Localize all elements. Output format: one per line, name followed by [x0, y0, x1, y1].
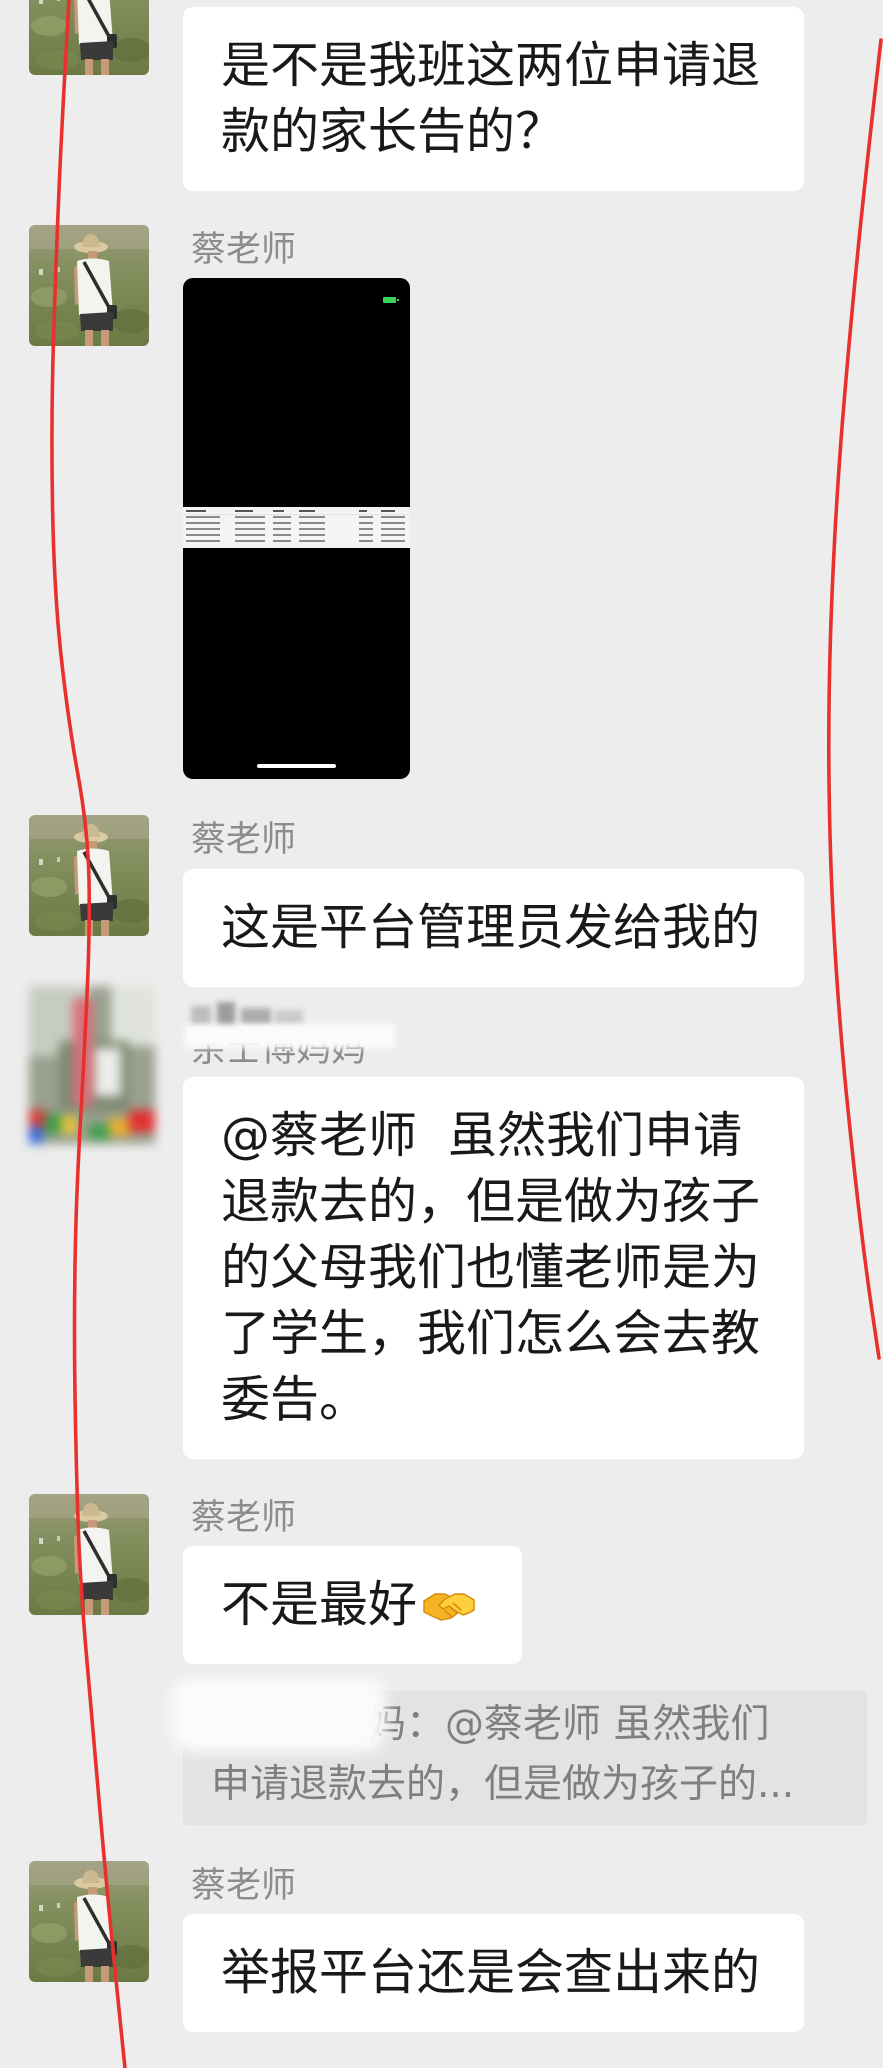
thumbnail-text-bar	[299, 516, 325, 518]
thumbnail-text-bar	[273, 510, 284, 512]
thumbnail-text-bar	[381, 540, 405, 542]
thumbnail-text-bar	[299, 540, 325, 542]
thumbnail-text-bar	[359, 534, 373, 536]
sender-name: 蔡老师	[191, 1498, 297, 1538]
message-text-line: 不是最好	[221, 1572, 484, 1638]
thumbnail-text-bar	[299, 528, 325, 530]
red-annotation-line-right	[827, 38, 883, 1360]
thumbnail-text-bar	[299, 510, 315, 512]
redaction-patch	[185, 1024, 395, 1048]
thumbnail-text-bar	[381, 510, 395, 512]
message-bubble[interactable]: @蔡老师 虽然我们申请 退款去的，但是做为孩子 的父母我们也懂老师是为 了学生，…	[183, 1077, 804, 1459]
thumbnail-text-bar	[273, 522, 291, 524]
thumbnail-text-bar	[186, 528, 220, 530]
avatar[interactable]	[29, 0, 149, 75]
thumbnail-text-bar	[235, 510, 253, 512]
message-text-line: 退款去的，但是做为孩子	[221, 1173, 761, 1230]
sender-name: 蔡老师	[191, 820, 297, 860]
message-text-line: @蔡老师 虽然我们申请	[221, 1107, 743, 1164]
message-text: 不是最好	[221, 1576, 418, 1633]
quote-line: 申请退款去的，但是做为孩子的...	[211, 1762, 795, 1807]
chat-screen: 是不是我班这两位申请退 款的家长告的？ 蔡老师 蔡老师 这是平台管理员发给我的	[0, 0, 883, 2068]
avatar[interactable]	[29, 1494, 149, 1615]
thumbnail-text-bar	[359, 510, 367, 512]
thumbnail-text-bar	[359, 528, 373, 530]
thumbnail-text-bar	[381, 528, 405, 530]
quote-text: 妈：@蔡老师 虽然我们	[367, 1702, 770, 1747]
avatar[interactable]	[29, 986, 155, 1144]
message-text-line: 是不是我班这两位申请退	[221, 37, 761, 94]
avatar[interactable]	[29, 225, 149, 346]
thumbnail-text-bar	[381, 522, 405, 524]
message-bubble[interactable]: 不是最好	[183, 1546, 522, 1664]
thumbnail-text-bar	[273, 528, 291, 530]
thumbnail-text-bar	[186, 540, 220, 542]
thumbnail-text-bar	[381, 534, 405, 536]
handshake-emoji-icon	[423, 1585, 475, 1629]
home-indicator-bar	[257, 764, 336, 768]
avatar[interactable]	[29, 815, 149, 936]
thumbnail-text-bar	[235, 528, 265, 530]
table-thumbnail	[183, 507, 410, 548]
redaction-patch	[171, 1678, 386, 1752]
thumbnail-text-bar	[186, 516, 220, 518]
avatar[interactable]	[29, 1861, 149, 1982]
message-text-line: 这是平台管理员发给我的	[221, 899, 761, 956]
blurred-avatar-image	[29, 986, 155, 1144]
thumbnail-text-bar	[299, 534, 325, 536]
thumbnail-text-bar	[186, 510, 206, 512]
thumbnail-text-bar	[235, 516, 265, 518]
message-bubble[interactable]: 是不是我班这两位申请退 款的家长告的？	[183, 7, 804, 191]
message-text-line: 的父母我们也懂老师是为	[221, 1239, 761, 1296]
message-text-line: 款的家长告的？	[221, 103, 565, 160]
thumbnail-text-bar	[359, 522, 373, 524]
thumbnail-text-bar	[235, 522, 265, 524]
image-message[interactable]	[183, 278, 410, 779]
thumbnail-text-bar	[186, 522, 220, 524]
battery-icon	[383, 297, 399, 303]
message-text-line: 了学生，我们怎么会去教	[221, 1305, 761, 1362]
thumbnail-text-bar	[235, 534, 265, 536]
message-bubble[interactable]: 举报平台还是会查出来的	[183, 1914, 804, 2032]
thumbnail-text-bar	[273, 540, 291, 542]
thumbnail-text-bar	[186, 534, 220, 536]
sender-name: 蔡老师	[191, 230, 297, 270]
message-text-line: 举报平台还是会查出来的	[221, 1944, 761, 2001]
sender-name: 蔡老师	[191, 1866, 297, 1906]
thumbnail-text-bar	[381, 516, 405, 518]
thumbnail-text-bar	[359, 540, 373, 542]
thumbnail-text-bar	[273, 516, 291, 518]
thumbnail-text-bar	[359, 516, 373, 518]
message-text-line: 委告。	[221, 1371, 369, 1428]
thumbnail-text-bar	[235, 540, 265, 542]
thumbnail-text-bar	[273, 534, 291, 536]
message-bubble[interactable]: 这是平台管理员发给我的	[183, 869, 804, 987]
thumbnail-text-bar	[299, 522, 325, 524]
